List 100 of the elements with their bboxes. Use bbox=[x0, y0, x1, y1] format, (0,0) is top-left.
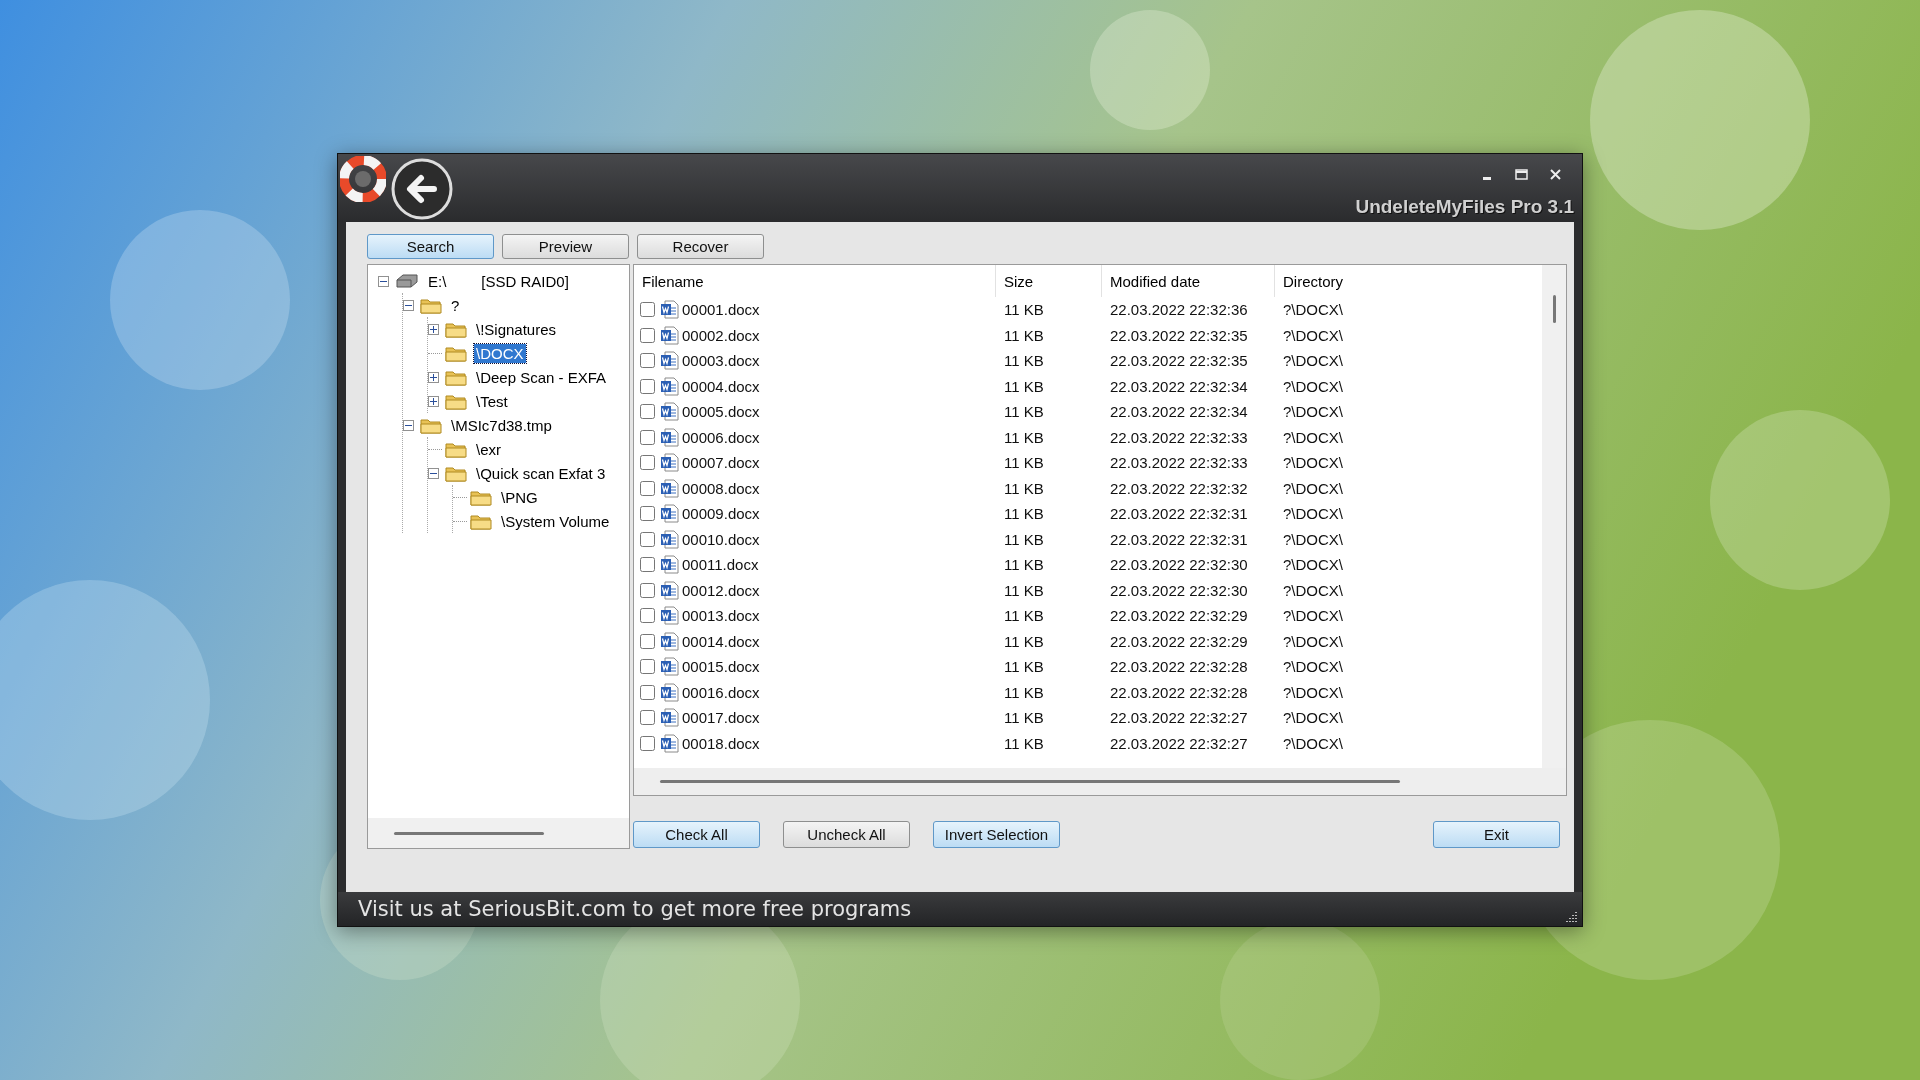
row-checkbox[interactable] bbox=[640, 506, 655, 522]
table-cell-text: ?\DOCX\ bbox=[1282, 403, 1344, 421]
row-checkbox[interactable] bbox=[640, 327, 655, 343]
collapse-icon[interactable] bbox=[378, 275, 389, 287]
table-cell-text: ?\DOCX\ bbox=[1282, 683, 1344, 701]
action-button[interactable]: Invert Selection bbox=[933, 821, 1060, 848]
table-cell-text: 22.03.2022 22:32:32 bbox=[1109, 479, 1249, 497]
tab[interactable]: Preview bbox=[502, 234, 629, 259]
table-cell-text: ?\DOCX\ bbox=[1282, 607, 1344, 625]
tree-item[interactable]: \PNG bbox=[499, 487, 540, 507]
word-document-icon bbox=[660, 708, 679, 728]
scrollbar-thumb[interactable] bbox=[394, 831, 544, 835]
table-cell-text: ?\DOCX\ bbox=[1282, 428, 1344, 446]
tree-item[interactable]: E:\ bbox=[426, 271, 449, 291]
tab[interactable]: Recover bbox=[637, 234, 764, 259]
row-checkbox[interactable] bbox=[640, 302, 655, 318]
tree-item[interactable]: \exr bbox=[474, 439, 503, 459]
table-cell-text: 22.03.2022 22:32:28 bbox=[1109, 683, 1249, 701]
close-icon bbox=[1549, 168, 1561, 180]
table-cell-text: ?\DOCX\ bbox=[1282, 581, 1344, 599]
table-cell-text: ?\DOCX\ bbox=[1282, 377, 1344, 395]
expand-icon[interactable] bbox=[428, 395, 439, 407]
word-document-icon bbox=[660, 351, 679, 371]
exit-button[interactable]: Exit bbox=[1433, 821, 1560, 848]
table-cell-text: 11 KB bbox=[1003, 581, 1045, 599]
row-checkbox[interactable] bbox=[640, 455, 655, 471]
folder-icon bbox=[445, 368, 467, 386]
lifebuoy-icon bbox=[340, 156, 386, 202]
row-checkbox[interactable] bbox=[640, 531, 655, 547]
row-checkbox[interactable] bbox=[640, 659, 655, 675]
tree-item[interactable]: \Quick scan Exfat 3 bbox=[474, 463, 608, 483]
row-checkbox[interactable] bbox=[640, 557, 655, 573]
row-checkbox[interactable] bbox=[640, 429, 655, 445]
table-cell-text: 11 KB bbox=[1003, 403, 1045, 421]
scrollbar-thumb[interactable] bbox=[1552, 295, 1556, 323]
table-cell-text: ?\DOCX\ bbox=[1282, 505, 1344, 523]
word-document-icon bbox=[660, 376, 679, 396]
table-cell-text: 22.03.2022 22:32:33 bbox=[1109, 454, 1249, 472]
table-cell-text: 22.03.2022 22:32:34 bbox=[1109, 403, 1249, 421]
tab[interactable]: Search bbox=[367, 234, 494, 259]
maximize-button[interactable] bbox=[1512, 166, 1530, 182]
tree-item[interactable]: \Test bbox=[474, 391, 510, 411]
table-cell-text: 22.03.2022 22:32:30 bbox=[1109, 556, 1249, 574]
scrollbar-thumb[interactable] bbox=[660, 780, 1400, 784]
row-checkbox[interactable] bbox=[640, 404, 655, 420]
action-button[interactable]: Check All bbox=[633, 821, 760, 848]
table-cell-text: 22.03.2022 22:32:27 bbox=[1109, 709, 1249, 727]
table-cell-text: ?\DOCX\ bbox=[1282, 709, 1344, 727]
collapse-icon[interactable] bbox=[403, 299, 414, 311]
tree-item[interactable]: \MSIc7d38.tmp bbox=[449, 415, 554, 435]
resize-grip-icon[interactable] bbox=[1566, 910, 1578, 922]
tree-item[interactable]: \DOCX bbox=[474, 343, 526, 363]
table-cell-text: 11 KB bbox=[1003, 556, 1045, 574]
table-cell-text: 11 KB bbox=[1003, 352, 1045, 370]
word-document-icon bbox=[660, 325, 679, 345]
table-cell: 00013.docx bbox=[682, 607, 760, 625]
word-document-icon bbox=[660, 529, 679, 549]
row-checkbox[interactable] bbox=[640, 735, 655, 751]
tree-item[interactable]: \!Signatures bbox=[474, 319, 559, 339]
word-document-icon bbox=[660, 427, 679, 447]
word-document-icon bbox=[660, 478, 679, 498]
row-checkbox[interactable] bbox=[640, 633, 655, 649]
expand-icon[interactable] bbox=[428, 371, 439, 383]
row-checkbox[interactable] bbox=[640, 582, 655, 598]
table-cell: 00006.docx bbox=[682, 428, 760, 446]
tree-item[interactable]: ? bbox=[449, 295, 462, 315]
collapse-icon[interactable] bbox=[403, 419, 414, 431]
table-cell-text: 11 KB bbox=[1003, 632, 1045, 650]
folder-icon bbox=[445, 464, 467, 482]
table-cell-text: 11 KB bbox=[1003, 326, 1045, 344]
table-cell-text: ?\DOCX\ bbox=[1282, 301, 1344, 319]
expand-icon[interactable] bbox=[428, 323, 439, 335]
row-checkbox[interactable] bbox=[640, 608, 655, 624]
word-document-icon bbox=[660, 606, 679, 626]
maximize-icon bbox=[1514, 168, 1528, 180]
action-button[interactable]: Uncheck All bbox=[783, 821, 910, 848]
table-cell: 00009.docx bbox=[682, 505, 760, 523]
table-cell-text: 11 KB bbox=[1003, 479, 1045, 497]
table-cell: 00005.docx bbox=[682, 403, 760, 421]
word-document-icon bbox=[660, 657, 679, 677]
tree-item[interactable]: \Deep Scan - EXFA bbox=[474, 367, 609, 387]
drive-icon bbox=[395, 274, 419, 288]
collapse-icon[interactable] bbox=[428, 467, 439, 479]
word-document-icon bbox=[660, 631, 679, 651]
row-checkbox[interactable] bbox=[640, 710, 655, 726]
folder-icon bbox=[445, 440, 467, 458]
table-cell-text: 11 KB bbox=[1003, 530, 1045, 548]
table-cell-text: 22.03.2022 22:32:29 bbox=[1109, 607, 1249, 625]
table-cell-text: ?\DOCX\ bbox=[1282, 352, 1344, 370]
table-cell: 00010.docx bbox=[682, 530, 760, 548]
tree-item[interactable]: \System Volume bbox=[499, 511, 612, 531]
word-document-icon bbox=[660, 453, 679, 473]
table-cell-text: 11 KB bbox=[1003, 428, 1045, 446]
row-checkbox[interactable] bbox=[640, 480, 655, 496]
row-checkbox[interactable] bbox=[640, 353, 655, 369]
row-checkbox[interactable] bbox=[640, 378, 655, 394]
table-cell-text: ?\DOCX\ bbox=[1282, 658, 1344, 676]
row-checkbox[interactable] bbox=[640, 684, 655, 700]
table-cell-text: 11 KB bbox=[1003, 454, 1045, 472]
table-cell-text: 22.03.2022 22:32:34 bbox=[1109, 377, 1249, 395]
